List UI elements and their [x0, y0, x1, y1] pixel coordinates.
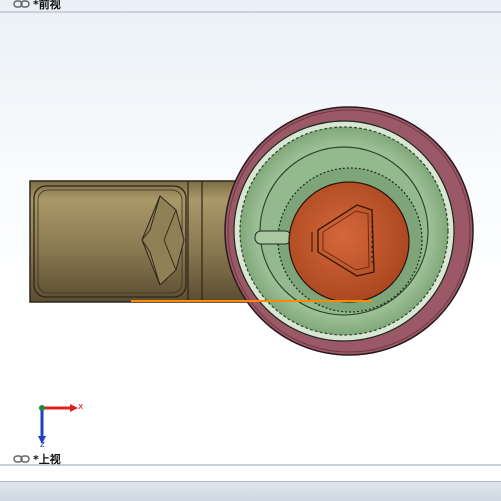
pane-divider-bottom[interactable] — [0, 464, 501, 466]
handle-body[interactable] — [29, 180, 247, 303]
view-tag-top[interactable]: *上视 — [13, 451, 61, 467]
axis-triad: x z — [38, 402, 84, 448]
axis-x-label: x — [78, 402, 84, 412]
view-label-top: *上视 — [33, 453, 61, 466]
graphics-viewport[interactable]: *前视 x z *上视 — [0, 0, 501, 501]
center-plug[interactable] — [288, 181, 410, 303]
status-strip — [0, 481, 501, 501]
axis-z-label: z — [40, 440, 45, 448]
link-icon — [13, 455, 30, 463]
